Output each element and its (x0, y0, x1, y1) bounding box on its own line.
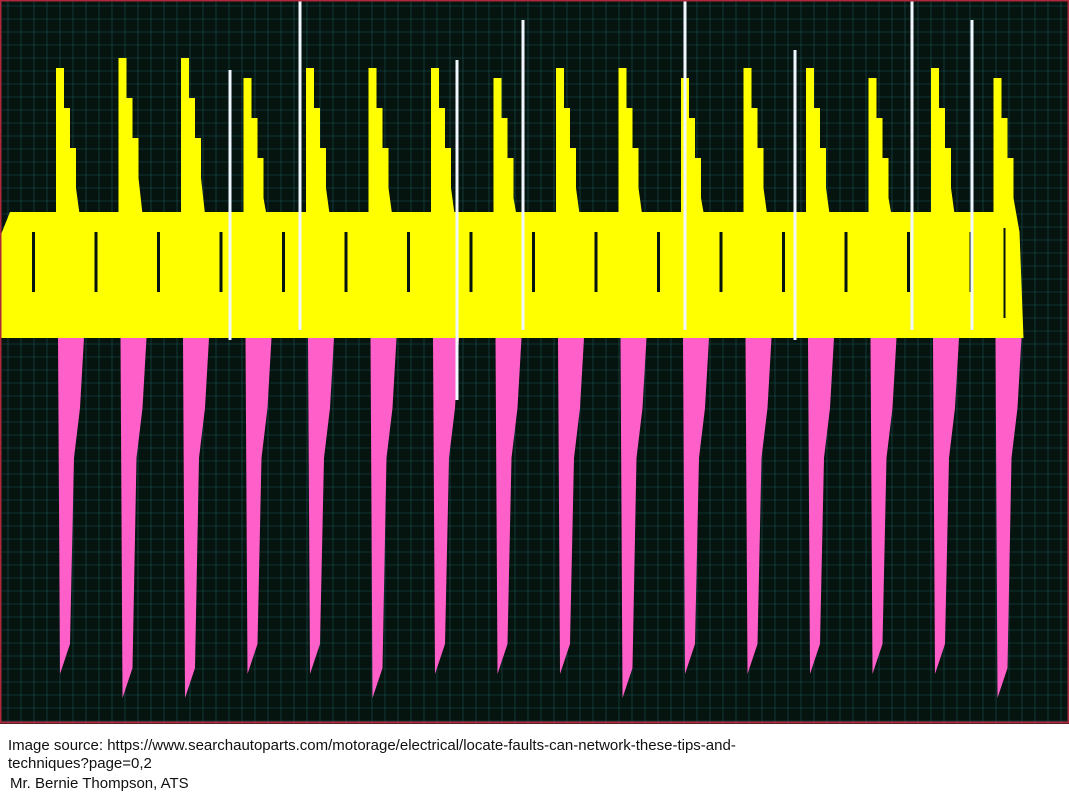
trace-gap (282, 232, 285, 292)
trace-gap (94, 232, 98, 292)
trace-gap (782, 232, 785, 292)
trace-gap (407, 232, 410, 292)
trace-gap (32, 232, 35, 292)
image-caption: Image source: https://www.searchautopart… (8, 737, 1058, 793)
trace-gap (344, 232, 348, 292)
scope-background (0, 0, 1069, 724)
author-credit: Mr. Bernie Thompson, ATS (10, 775, 189, 792)
trace-gap (469, 232, 473, 292)
image-source-text: Image source: https://www.searchautopart… (8, 737, 736, 772)
trace-gap (907, 232, 910, 292)
trace-gap (1003, 228, 1006, 318)
trace-gap (157, 232, 160, 292)
trace-gap (657, 232, 660, 292)
trace-gap (844, 232, 848, 292)
trace-gap (532, 232, 535, 292)
trace-gap (219, 232, 223, 292)
trace-gap (719, 232, 723, 292)
oscilloscope-display (0, 0, 1069, 724)
trace-gap (594, 232, 598, 292)
